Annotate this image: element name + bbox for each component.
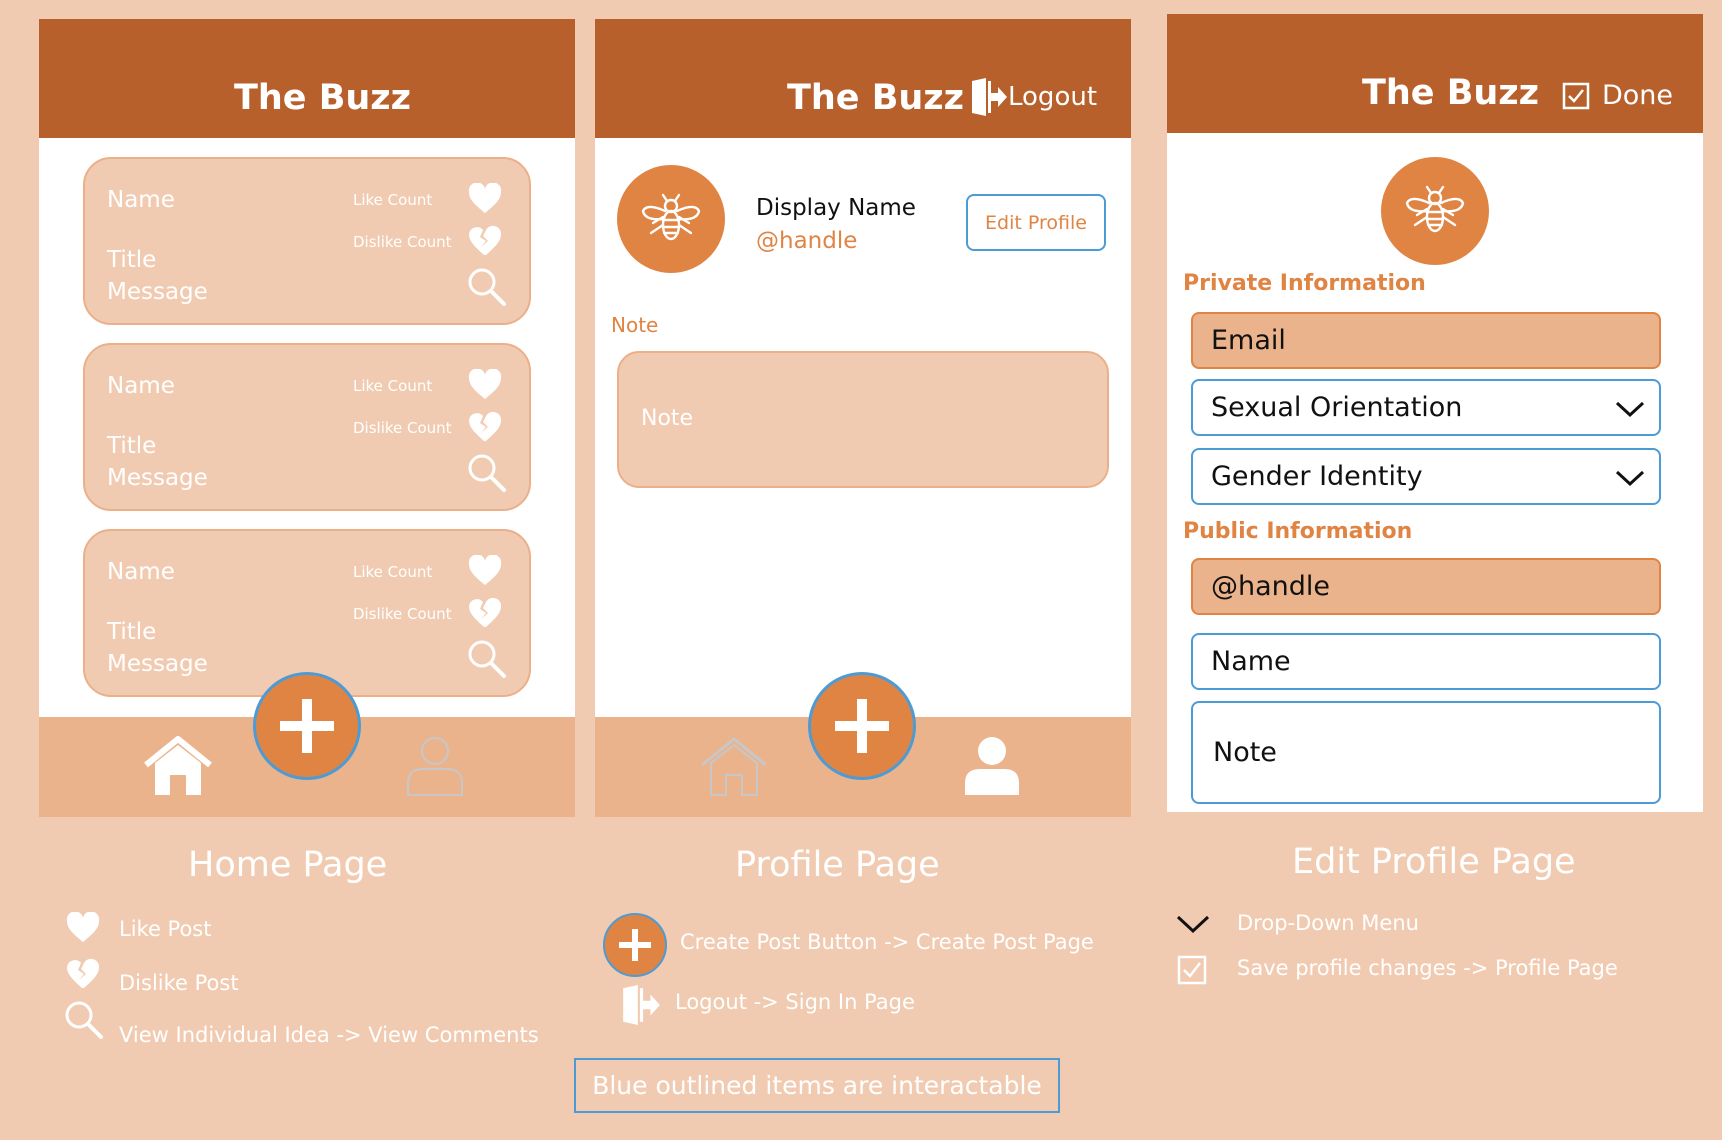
profile-app-bar: The Buzz Logout <box>595 19 1131 138</box>
plus-icon <box>619 929 651 961</box>
chevron-down-icon <box>1615 470 1645 486</box>
like-count: Like Count <box>353 377 433 395</box>
magnifier-icon <box>65 1001 103 1039</box>
email-field: Email <box>1191 312 1661 369</box>
checkbox-icon <box>1562 82 1590 109</box>
post-message: Message <box>107 465 208 491</box>
legend-save-profile: Save profile changes -> Profile Page <box>1237 956 1618 980</box>
heart-icon[interactable] <box>468 183 502 215</box>
profile-avatar <box>617 165 725 273</box>
bee-icon <box>1405 185 1465 233</box>
note-placeholder: Note <box>641 406 694 431</box>
create-post-button[interactable] <box>253 672 361 780</box>
sexual-orientation-label: Sexual Orientation <box>1211 392 1463 423</box>
dislike-count: Dislike Count <box>353 419 452 437</box>
dislike-count: Dislike Count <box>353 233 452 251</box>
logout-label: Logout <box>1008 82 1098 112</box>
bee-icon <box>641 193 701 241</box>
email-value: Email <box>1211 325 1286 356</box>
broken-heart-icon <box>67 958 100 988</box>
home-icon[interactable] <box>698 735 770 797</box>
legend-view-comments: View Individual Idea -> View Comments <box>119 1023 539 1047</box>
edit-profile-screen: The Buzz Done Private Information Email <box>1167 14 1703 812</box>
magnifier-icon[interactable] <box>467 267 507 307</box>
note-field[interactable]: Note <box>1191 701 1661 804</box>
profile-screen: The Buzz Logout Display Name @handle Edi <box>595 19 1131 817</box>
home-app-bar: The Buzz <box>39 19 575 138</box>
interactable-note: Blue outlined items are interactable <box>574 1058 1060 1113</box>
note-value: Note <box>1213 737 1277 768</box>
profile-page-caption: Profile Page <box>735 845 940 885</box>
note-heading: Note <box>611 313 659 337</box>
display-name: Display Name <box>756 195 916 221</box>
logout-icon <box>972 78 1007 116</box>
profile-icon[interactable] <box>405 735 465 797</box>
done-label: Done <box>1602 80 1674 111</box>
chevron-down-icon <box>1615 401 1645 417</box>
handle-value: @handle <box>1211 571 1331 602</box>
broken-heart-icon[interactable] <box>468 597 502 629</box>
post-title: Title <box>107 433 157 459</box>
logout-icon <box>623 985 660 1025</box>
done-button[interactable]: Done <box>1562 80 1673 111</box>
broken-heart-icon[interactable] <box>468 225 502 257</box>
post-title: Title <box>107 619 157 645</box>
interactable-note-text: Blue outlined items are interactable <box>592 1071 1042 1100</box>
name-field[interactable]: Name <box>1191 633 1661 690</box>
heart-icon[interactable] <box>468 369 502 401</box>
post-title: Title <box>107 247 157 273</box>
gender-identity-dropdown[interactable]: Gender Identity <box>1191 448 1661 505</box>
legend-like-post: Like Post <box>119 917 212 941</box>
edit-profile-button[interactable]: Edit Profile <box>966 194 1106 251</box>
post-message: Message <box>107 651 208 677</box>
logout-button[interactable]: Logout <box>970 77 1097 117</box>
post-name: Name <box>107 373 175 399</box>
profile-handle: @handle <box>756 228 858 254</box>
legend-create-post-icon <box>603 913 667 977</box>
plus-icon <box>280 699 334 753</box>
legend-logout: Logout -> Sign In Page <box>675 990 915 1014</box>
post-card[interactable]: Name Title Message Like Count Dislike Co… <box>83 343 531 511</box>
heart-icon[interactable] <box>468 555 502 587</box>
like-count: Like Count <box>353 191 433 209</box>
dislike-count: Dislike Count <box>353 605 452 623</box>
post-card[interactable]: Name Title Message Like Count Dislike Co… <box>83 157 531 325</box>
app-title: The Buzz <box>787 78 965 118</box>
legend-dislike-post: Dislike Post <box>119 971 239 995</box>
home-page-caption: Home Page <box>188 845 388 885</box>
broken-heart-icon[interactable] <box>468 411 502 443</box>
profile-avatar <box>1381 157 1489 265</box>
handle-field: @handle <box>1191 558 1661 615</box>
profile-icon[interactable] <box>962 735 1022 797</box>
create-post-button[interactable] <box>808 672 916 780</box>
post-message: Message <box>107 279 208 305</box>
app-title: The Buzz <box>234 78 412 118</box>
sexual-orientation-dropdown[interactable]: Sexual Orientation <box>1191 379 1661 436</box>
magnifier-icon[interactable] <box>467 639 507 679</box>
magnifier-icon[interactable] <box>467 453 507 493</box>
app-title: The Buzz <box>1362 73 1540 113</box>
home-screen: The Buzz Name Title Message Like Count D… <box>39 19 575 817</box>
post-name: Name <box>107 187 175 213</box>
like-count: Like Count <box>353 563 433 581</box>
heart-icon <box>66 912 100 942</box>
gender-identity-label: Gender Identity <box>1211 461 1423 492</box>
legend-dropdown-menu: Drop-Down Menu <box>1237 911 1419 935</box>
edit-app-bar: The Buzz Done <box>1167 14 1703 133</box>
legend-create-post: Create Post Button -> Create Post Page <box>680 930 1094 954</box>
chevron-down-icon <box>1176 915 1210 934</box>
edit-profile-page-caption: Edit Profile Page <box>1292 842 1576 882</box>
checkbox-icon <box>1177 955 1207 985</box>
public-information-heading: Public Information <box>1183 519 1413 544</box>
private-information-heading: Private Information <box>1183 271 1426 296</box>
name-value: Name <box>1211 646 1291 677</box>
post-name: Name <box>107 559 175 585</box>
home-icon[interactable] <box>142 735 214 797</box>
plus-icon <box>835 699 889 753</box>
note-box: Note <box>617 351 1109 488</box>
